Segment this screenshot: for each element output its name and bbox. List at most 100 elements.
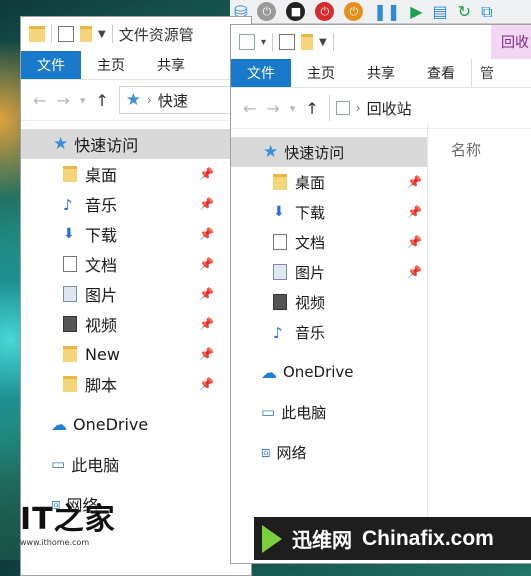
address-field[interactable]: › 回收站 xyxy=(328,95,531,121)
properties-icon[interactable] xyxy=(279,34,296,50)
explorer-window-recycle-bin: ▾ ▼ 回收 文件 主页 共享 查看 管 ← → ▾ ↑ › 回收站 名称 ★ … xyxy=(230,24,531,564)
power-orange-icon[interactable]: ⏻ xyxy=(344,2,364,21)
pin-icon[interactable]: 📌 xyxy=(199,287,214,301)
nav-item-this-pc[interactable]: ▭ 此电脑 xyxy=(21,449,251,479)
nav-item-downloads[interactable]: ⬇ 下载 📌 xyxy=(231,197,427,227)
column-header-name[interactable]: 名称 xyxy=(451,139,481,160)
restore-icon[interactable]: ⧉ xyxy=(481,2,492,22)
pin-icon[interactable]: 📌 xyxy=(199,257,214,271)
pin-icon[interactable]: 📌 xyxy=(199,317,214,331)
nav-label: 图片 xyxy=(85,286,118,305)
back-icon[interactable]: ← xyxy=(243,99,256,118)
chinafix-cn-text: 迅维网 xyxy=(292,528,352,552)
ithome-url: www.ithome.com xyxy=(20,538,90,547)
tab-share[interactable]: 共享 xyxy=(351,59,411,87)
nav-item-documents[interactable]: 文档 📌 xyxy=(21,249,251,279)
tab-home[interactable]: 主页 xyxy=(81,51,141,79)
nav-item-network[interactable]: ⧈ 网络 xyxy=(231,437,427,467)
pause-icon[interactable]: ❚❚ xyxy=(373,2,400,21)
forward-icon[interactable]: → xyxy=(56,91,69,110)
nav-label: 此电脑 xyxy=(71,456,120,475)
back-icon[interactable]: ← xyxy=(33,91,46,110)
database-icon[interactable]: ▤ xyxy=(433,2,448,21)
nav-item-videos[interactable]: 视频 📌 xyxy=(21,309,251,339)
record-icon[interactable]: ⏻ xyxy=(315,2,335,21)
download-icon: ⬇ xyxy=(63,226,75,242)
address-bar: ← → ▾ ↑ › 回收站 xyxy=(231,88,531,129)
title-bar: ▾ ▼ 回收 xyxy=(231,25,531,59)
pin-icon[interactable]: 📌 xyxy=(199,227,214,241)
recycle-bin-icon xyxy=(335,101,350,115)
nav-item-music[interactable]: ♪ 音乐 xyxy=(231,317,427,347)
nav-item-desktop[interactable]: 桌面 📌 xyxy=(231,167,427,197)
nav-item-videos[interactable]: 视频 xyxy=(231,287,427,317)
pin-icon[interactable]: 📌 xyxy=(199,197,214,211)
chinafix-en-text: Chinafix.com xyxy=(362,526,494,550)
nav-label: New xyxy=(85,344,120,364)
forward-icon[interactable]: → xyxy=(266,99,279,118)
breadcrumb-chevron-icon: › xyxy=(147,93,152,107)
tab-view[interactable]: 查看 xyxy=(411,59,471,87)
navigation-pane: ★ 快速访问 桌面 📌 ♪ 音乐 📌 ⬇ 下载 📌 文档 📌 图片 📌 视频 📌… xyxy=(21,121,251,519)
up-icon[interactable]: ↑ xyxy=(305,99,318,118)
nav-item-music[interactable]: ♪ 音乐 📌 xyxy=(21,189,251,219)
tab-recycle-bin-tools[interactable]: 回收 xyxy=(491,25,531,59)
new-folder-icon[interactable] xyxy=(301,34,314,50)
nav-label: 视频 xyxy=(85,316,118,335)
cloud-icon: ☁ xyxy=(51,414,67,434)
tab-home[interactable]: 主页 xyxy=(291,59,351,87)
power-icon[interactable]: ⏻ xyxy=(257,2,277,21)
pin-icon[interactable]: 📌 xyxy=(199,377,214,391)
nav-label: 桌面 xyxy=(85,166,118,185)
up-icon[interactable]: ↑ xyxy=(95,91,108,110)
ribbon-tabs: 文件 主页 共享 xyxy=(21,51,251,80)
nav-item-pictures[interactable]: 图片 📌 xyxy=(21,279,251,309)
properties-icon[interactable] xyxy=(58,26,74,42)
recycle-bin-icon[interactable] xyxy=(239,34,255,50)
divider xyxy=(272,33,274,51)
chevron-down-icon[interactable]: ▼ xyxy=(319,37,327,48)
nav-item-onedrive[interactable]: ☁ OneDrive xyxy=(231,357,427,387)
tab-share[interactable]: 共享 xyxy=(141,51,201,79)
nav-item-quick-access[interactable]: ★ 快速访问 xyxy=(21,129,251,159)
pin-icon[interactable]: 📌 xyxy=(407,175,422,189)
nav-label: 视频 xyxy=(295,293,326,312)
chinafix-logo-icon xyxy=(262,524,282,553)
document-icon xyxy=(273,234,287,250)
chevron-down-icon[interactable]: ▼ xyxy=(98,29,106,40)
nav-item-desktop[interactable]: 桌面 📌 xyxy=(21,159,251,189)
pane-divider[interactable] xyxy=(427,123,428,563)
nav-item-this-pc[interactable]: ▭ 此电脑 xyxy=(231,397,427,427)
document-icon xyxy=(63,256,77,272)
nav-item-quick-access[interactable]: ★ 快速访问 xyxy=(231,137,427,167)
chevron-down-icon[interactable]: ▾ xyxy=(261,37,266,48)
nav-label: 网络 xyxy=(276,443,307,462)
tab-file[interactable]: 文件 xyxy=(231,59,291,87)
nav-item-downloads[interactable]: ⬇ 下载 📌 xyxy=(21,219,251,249)
stop-icon[interactable]: ■ xyxy=(286,2,306,21)
pin-icon[interactable]: 📌 xyxy=(407,235,422,249)
pin-icon[interactable]: 📌 xyxy=(199,347,214,361)
pin-icon[interactable]: 📌 xyxy=(407,205,422,219)
recent-chevron-icon[interactable]: ▾ xyxy=(80,94,86,107)
divider xyxy=(332,33,334,51)
nav-item-onedrive[interactable]: ☁ OneDrive xyxy=(21,409,251,439)
nav-item-documents[interactable]: 文档 📌 xyxy=(231,227,427,257)
pin-icon[interactable]: 📌 xyxy=(407,265,422,279)
tab-file[interactable]: 文件 xyxy=(21,51,81,79)
folder-icon xyxy=(63,346,77,362)
play-icon[interactable]: ▶ xyxy=(410,2,422,21)
nav-item-new[interactable]: New 📌 xyxy=(21,339,251,369)
new-folder-icon[interactable] xyxy=(80,26,92,42)
nav-item-scripts[interactable]: 脚本 📌 xyxy=(21,369,251,399)
nav-item-pictures[interactable]: 图片 📌 xyxy=(231,257,427,287)
pin-icon[interactable]: 📌 xyxy=(199,167,214,181)
tab-manage[interactable]: 管 xyxy=(471,59,502,87)
refresh-icon[interactable]: ↻ xyxy=(458,2,471,21)
recent-chevron-icon[interactable]: ▾ xyxy=(290,102,296,115)
address-text: 快速 xyxy=(157,91,188,110)
navigation-pane: ★ 快速访问 桌面 📌 ⬇ 下载 📌 文档 📌 图片 📌 视频 ♪ 音乐 ☁ O… xyxy=(231,129,427,467)
nav-label: 图片 xyxy=(295,263,326,282)
folder-icon[interactable] xyxy=(29,26,45,42)
download-icon: ⬇ xyxy=(273,204,285,220)
